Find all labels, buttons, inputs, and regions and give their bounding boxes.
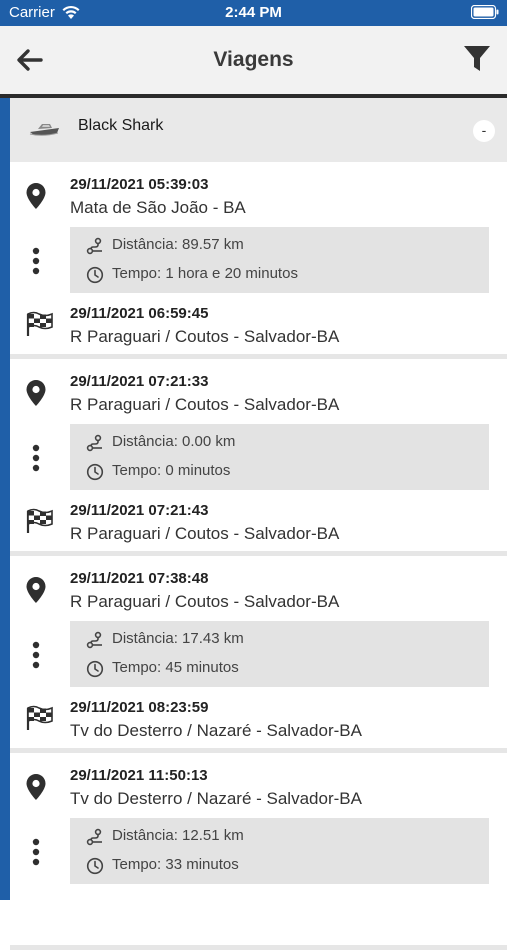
trip-duration: Tempo: 0 minutos <box>112 462 231 479</box>
filter-icon[interactable] <box>463 44 491 74</box>
route-icon <box>86 631 102 649</box>
clock-icon <box>86 857 104 875</box>
trip-start-time: 29/11/2021 11:50:13 <box>70 767 208 784</box>
more-vertical-icon[interactable] <box>32 444 40 472</box>
trip-stats: Distância: 0.00 km Tempo: 0 minutos <box>70 424 489 490</box>
route-icon <box>86 828 102 846</box>
trip-end-location: R Paraguari / Coutos - Salvador-BA <box>70 524 340 543</box>
status-bar: Carrier 2:44 PM <box>0 0 507 26</box>
trip-start-location: R Paraguari / Coutos - Salvador-BA <box>70 395 340 414</box>
trip-distance: Distância: 89.57 km <box>112 236 244 253</box>
trip-end-location: Tv do Desterro / Nazaré - Salvador-BA <box>70 721 362 740</box>
trip-start-time: 29/11/2021 07:38:48 <box>70 570 209 587</box>
trip-stats: Distância: 17.43 km Tempo: 45 minutos <box>70 621 489 687</box>
trip-stats: Distância: 89.57 km Tempo: 1 hora e 20 m… <box>70 227 489 293</box>
boat-icon <box>29 124 59 136</box>
more-vertical-icon[interactable] <box>32 838 40 866</box>
trip-start-location: Mata de São João - BA <box>70 198 246 217</box>
checkered-flag-icon <box>26 705 53 730</box>
trip-stats: Distância: 12.51 km Tempo: 33 minutos <box>70 818 489 884</box>
trip-list: 29/11/2021 05:39:03 Mata de São João - B… <box>10 162 507 950</box>
map-pin-icon <box>26 774 46 800</box>
collapse-button[interactable]: - <box>473 120 495 142</box>
vehicle-group-header[interactable]: Black Shark - <box>10 98 507 162</box>
map-pin-icon <box>26 577 46 603</box>
trip-duration: Tempo: 1 hora e 20 minutos <box>112 265 298 282</box>
trip-card[interactable]: 29/11/2021 11:50:13 Tv do Desterro / Naz… <box>10 753 507 950</box>
clock-icon <box>86 463 104 481</box>
clock-icon <box>86 266 104 284</box>
route-icon <box>86 237 102 255</box>
trip-start-time: 29/11/2021 05:39:03 <box>70 176 209 193</box>
trip-start-time: 29/11/2021 07:21:33 <box>70 373 209 390</box>
checkered-flag-icon <box>26 508 53 533</box>
checkered-flag-icon <box>26 311 53 336</box>
more-vertical-icon[interactable] <box>32 247 40 275</box>
clock: 2:44 PM <box>225 4 282 21</box>
trip-end-time: 29/11/2021 06:59:45 <box>70 305 209 322</box>
trip-start-location: Tv do Desterro / Nazaré - Salvador-BA <box>70 789 362 808</box>
vehicle-name: Black Shark <box>78 117 164 134</box>
trip-duration: Tempo: 45 minutos <box>112 659 239 676</box>
trip-duration: Tempo: 33 minutos <box>112 856 239 873</box>
trip-distance: Distância: 17.43 km <box>112 630 244 647</box>
trip-end-location: R Paraguari / Coutos - Salvador-BA <box>70 327 340 346</box>
page-title: Viagens <box>213 48 294 71</box>
trip-distance: Distância: 0.00 km <box>112 433 236 450</box>
battery-icon <box>471 5 499 19</box>
trip-start-location: R Paraguari / Coutos - Salvador-BA <box>70 592 340 611</box>
trip-card[interactable]: 29/11/2021 05:39:03 Mata de São João - B… <box>10 162 507 359</box>
navigation-bar: Viagens <box>0 26 507 94</box>
trip-end-time: 29/11/2021 07:21:43 <box>70 502 209 519</box>
map-pin-icon <box>26 380 46 406</box>
trip-card[interactable]: 29/11/2021 07:21:33 R Paraguari / Coutos… <box>10 359 507 556</box>
trip-end-time: 29/11/2021 08:23:59 <box>70 699 209 716</box>
map-pin-icon <box>26 183 46 209</box>
route-icon <box>86 434 102 452</box>
accent-strip <box>0 98 10 900</box>
trip-distance: Distância: 12.51 km <box>112 827 244 844</box>
trip-card[interactable]: 29/11/2021 07:38:48 R Paraguari / Coutos… <box>10 556 507 753</box>
clock-icon <box>86 660 104 678</box>
more-vertical-icon[interactable] <box>32 641 40 669</box>
